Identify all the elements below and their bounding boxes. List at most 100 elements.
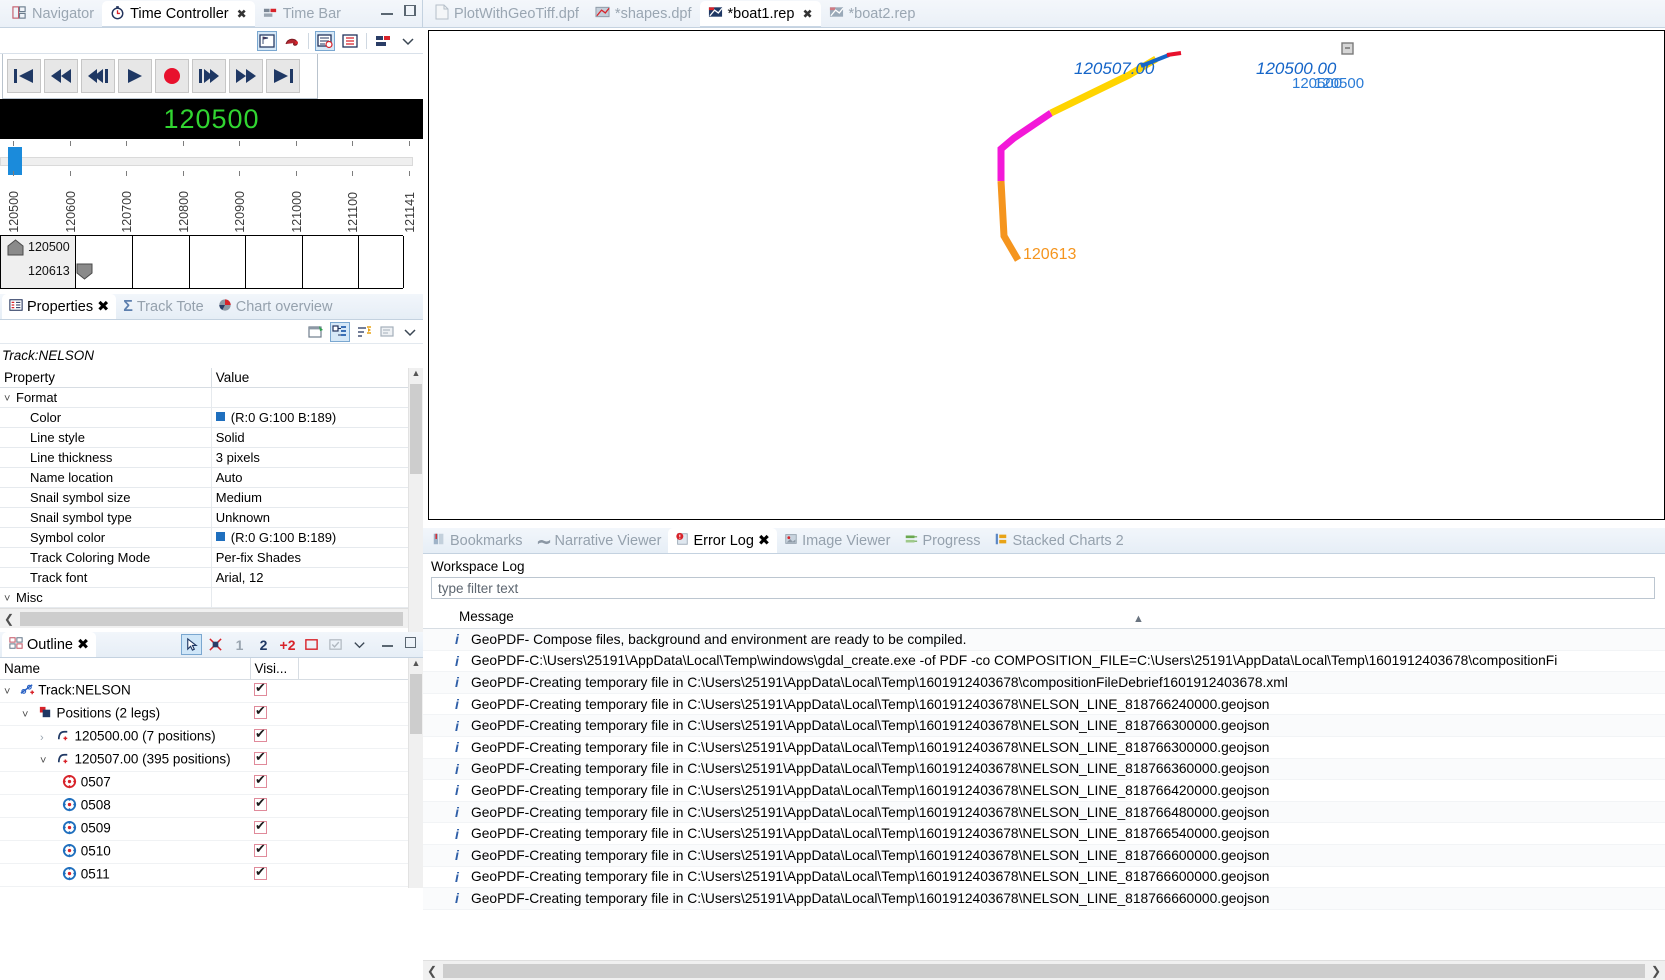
property-value[interactable]: Solid	[211, 427, 424, 448]
tree-item-positions[interactable]: ˅ Positions (2 legs)	[0, 702, 423, 726]
tree-item-fix-0507[interactable]: 0507	[0, 771, 423, 795]
tab-bookmarks[interactable]: Bookmarks	[425, 528, 530, 553]
close-icon[interactable]: ✖	[97, 299, 109, 315]
maximize-icon[interactable]	[404, 636, 417, 649]
table-row[interactable]: Track Coloring Mode Per-fix Shades	[0, 547, 424, 568]
scroll-right-icon[interactable]: ❯	[1647, 964, 1665, 978]
log-row[interactable]: i GeoPDF-Creating temporary file in C:\Us…	[423, 780, 1665, 802]
visibility-cell[interactable]	[250, 748, 298, 772]
fast-forward-button[interactable]	[229, 59, 263, 93]
visibility-cell[interactable]	[250, 863, 298, 887]
property-group-row[interactable]: ˅ Misc	[0, 587, 424, 608]
property-value[interactable]: (R:0 G:100 B:189)	[211, 527, 424, 548]
tree-item-track-nelson[interactable]: ˅ Track:NELSON	[0, 679, 423, 703]
sort-ascending-icon[interactable]: ▲	[1133, 613, 1144, 625]
tab-time-bar[interactable]: Time Bar	[255, 1, 349, 27]
end-handle-icon[interactable]	[76, 263, 93, 280]
properties-hscrollbar[interactable]: ❮ ❯	[0, 608, 423, 628]
properties-hscroll-thumb[interactable]	[20, 611, 403, 626]
tab-stacked-charts[interactable]: Stacked Charts 2	[987, 528, 1130, 553]
visibility-checkbox[interactable]	[254, 749, 267, 765]
normal-mode-icon[interactable]	[283, 32, 301, 50]
tab-error-log[interactable]: Error Log ✖	[668, 528, 778, 553]
table-row[interactable]: Line style Solid	[0, 427, 424, 448]
table-row[interactable]: Snail symbol size Medium	[0, 487, 424, 508]
visibility-checkbox[interactable]	[254, 841, 267, 857]
tab-narrative-viewer[interactable]: Narrative Viewer	[530, 528, 669, 553]
view-menu-icon[interactable]	[399, 32, 417, 50]
visibility-cell[interactable]	[250, 679, 298, 703]
tab-navigator[interactable]: Navigator	[4, 1, 102, 27]
sort-icon[interactable]	[355, 323, 373, 341]
tab-time-controller[interactable]: Time Controller ✖	[102, 1, 255, 27]
table-row[interactable]: Name location Auto	[0, 467, 424, 488]
outline-vscrollbar[interactable]: ▲	[408, 658, 423, 888]
property-value[interactable]: Per-fix Shades	[211, 547, 424, 568]
property-value[interactable]: Arial, 12	[211, 567, 424, 588]
tree-item-fix-0509[interactable]: 0509	[0, 817, 423, 841]
tree-item-leg-120507[interactable]: ˅ 120507.00 (395 positions)	[0, 748, 423, 772]
log-row[interactable]: i GeoPDF-Creating temporary file in C:\Us…	[423, 758, 1665, 781]
visibility-checkbox[interactable]	[254, 703, 267, 719]
log-row[interactable]: i GeoPDF-Creating temporary file in C:\Us…	[423, 715, 1665, 737]
chevron-down-icon[interactable]: ˅	[4, 393, 16, 405]
log-row[interactable]: i GeoPDF-Creating temporary file in C:\Us…	[423, 888, 1665, 910]
show-categories-icon[interactable]	[330, 321, 350, 342]
visibility-cell[interactable]	[250, 771, 298, 795]
close-icon[interactable]: ✖	[77, 637, 89, 653]
tab-shapes[interactable]: *shapes.dpf	[587, 1, 700, 27]
properties-vscrollbar[interactable]: ▲ ▼	[408, 368, 423, 646]
property-value[interactable]: (R:0 G:100 B:189)	[211, 407, 424, 428]
log-row[interactable]: i GeoPDF- Compose files, background and e…	[423, 629, 1665, 651]
table-row[interactable]: Snail symbol type Unknown	[0, 507, 424, 528]
timebar-icon[interactable]	[374, 32, 392, 50]
go-to-start-button[interactable]	[7, 59, 41, 93]
visibility-cell[interactable]	[250, 840, 298, 864]
scroll-up-icon[interactable]: ▲	[409, 658, 423, 673]
visibility-checkbox[interactable]	[254, 795, 267, 811]
visibility-cell[interactable]	[250, 817, 298, 841]
two-icon[interactable]: 2	[254, 635, 273, 654]
visibility-checkbox[interactable]	[254, 726, 267, 742]
tree-item-fix-0508[interactable]: 0508	[0, 794, 423, 818]
tree-item-fix-0510[interactable]: 0510	[0, 840, 423, 864]
tree-item-fix-0511[interactable]: 0511	[0, 863, 423, 887]
play-button[interactable]	[118, 59, 152, 93]
scroll-left-icon[interactable]: ❮	[0, 612, 18, 626]
log-row[interactable]: i GeoPDF-C:\Users\25191\AppData\Local\Tem…	[423, 651, 1665, 673]
close-icon[interactable]: ✖	[237, 7, 247, 21]
time-slider[interactable]	[0, 139, 423, 177]
pointer-icon[interactable]	[181, 634, 202, 655]
log-hscrollbar[interactable]: ❮ ❯	[423, 960, 1665, 980]
chevron-down-icon[interactable]: ˅	[4, 686, 16, 698]
visibility-checkbox[interactable]	[254, 680, 267, 696]
property-value[interactable]: 3 pixels	[211, 447, 424, 468]
new-view-icon[interactable]	[307, 323, 325, 341]
scroll-up-icon[interactable]: ▲	[409, 368, 423, 383]
table-row[interactable]: Color (R:0 G:100 B:189)	[0, 407, 424, 428]
log-row[interactable]: i GeoPDF-Creating temporary file in C:\Us…	[423, 672, 1665, 694]
property-group-row[interactable]: ˅ Format	[0, 387, 424, 408]
property-value[interactable]: Medium	[211, 487, 424, 508]
step-back-large-button[interactable]	[81, 59, 115, 93]
visibility-checkbox[interactable]	[254, 864, 267, 880]
filter-input[interactable]: type filter text	[431, 577, 1655, 599]
square-icon[interactable]	[302, 635, 321, 654]
chevron-down-icon[interactable]: ˅	[4, 593, 16, 605]
tab-chart-overview[interactable]: Chart overview	[211, 294, 340, 319]
fit-icon[interactable]	[206, 635, 225, 654]
start-handle-icon[interactable]	[7, 239, 24, 256]
snail-mode-icon[interactable]	[257, 30, 277, 51]
visibility-checkbox[interactable]	[254, 772, 267, 788]
time-period-selector[interactable]: 120500 120613	[0, 235, 404, 289]
tab-plotwithgeotiff[interactable]: PlotWithGeoTiff.dpf	[427, 1, 587, 27]
slider-track[interactable]	[0, 157, 413, 166]
minimize-icon[interactable]	[381, 636, 394, 649]
one-icon[interactable]: 1	[230, 635, 249, 654]
chevron-down-icon[interactable]: ˅	[22, 709, 34, 721]
close-icon[interactable]: ✖	[802, 7, 812, 21]
tab-properties[interactable]: Properties ✖	[2, 294, 117, 319]
step-forward-large-button[interactable]	[192, 59, 226, 93]
visibility-cell[interactable]	[250, 702, 298, 726]
property-value[interactable]: Unknown	[211, 507, 424, 528]
